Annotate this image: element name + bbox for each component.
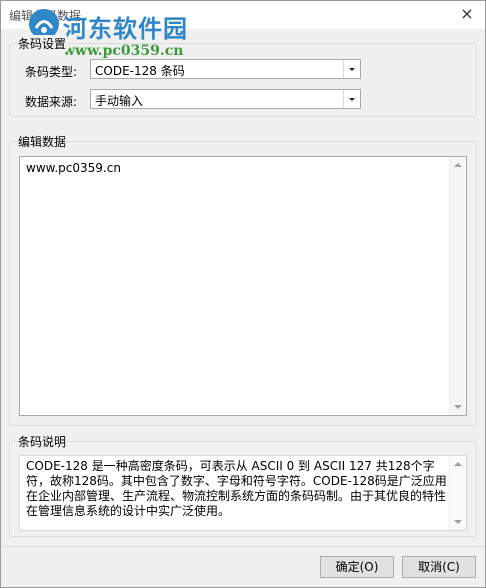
scroll-up-icon[interactable] (454, 163, 462, 167)
edit-data-label: 编辑数据 (17, 133, 68, 150)
scroll-down-icon[interactable] (454, 520, 462, 524)
chevron-down-icon[interactable] (343, 90, 360, 108)
cancel-button[interactable]: 取消(C) (402, 556, 476, 578)
data-source-select[interactable]: 手动输入 (90, 89, 361, 109)
data-source-label: 数据来源: (25, 95, 78, 109)
close-button[interactable]: × (455, 3, 479, 25)
window-title: 编辑条码数据 (9, 9, 82, 23)
dialog-footer: 确定(O) 取消(C) (1, 546, 485, 587)
barcode-description-box: CODE-128 是一种高密度条码，可表示从 ASCII 0 到 ASCII 1… (19, 455, 467, 531)
scroll-down-icon[interactable] (454, 405, 462, 409)
edit-data-content[interactable]: www.pc0359.cn (26, 161, 448, 176)
scroll-up-icon[interactable] (454, 462, 462, 466)
barcode-type-label: 条码类型: (25, 65, 78, 79)
barcode-type-select[interactable]: CODE-128 条码 (90, 59, 361, 79)
barcode-settings-label: 条码设置 (17, 35, 68, 52)
barcode-type-value: CODE-128 条码 (95, 64, 185, 78)
edit-data-textarea[interactable]: www.pc0359.cn (19, 156, 467, 416)
ok-button[interactable]: 确定(O) (320, 556, 394, 578)
chevron-down-icon[interactable] (343, 60, 360, 78)
dialog-window: 编辑条码数据 × 河东软件园 www.pc0359.cn 条码设置 条码类型: … (0, 0, 486, 588)
barcode-description-label: 条码说明 (17, 433, 68, 450)
edit-data-scrollbar[interactable] (449, 157, 466, 415)
description-scrollbar[interactable] (449, 456, 466, 530)
data-source-value: 手动输入 (95, 94, 144, 108)
barcode-description-text: CODE-128 是一种高密度条码，可表示从 ASCII 0 到 ASCII 1… (26, 459, 447, 518)
title-bar[interactable]: 编辑条码数据 × (1, 1, 485, 29)
